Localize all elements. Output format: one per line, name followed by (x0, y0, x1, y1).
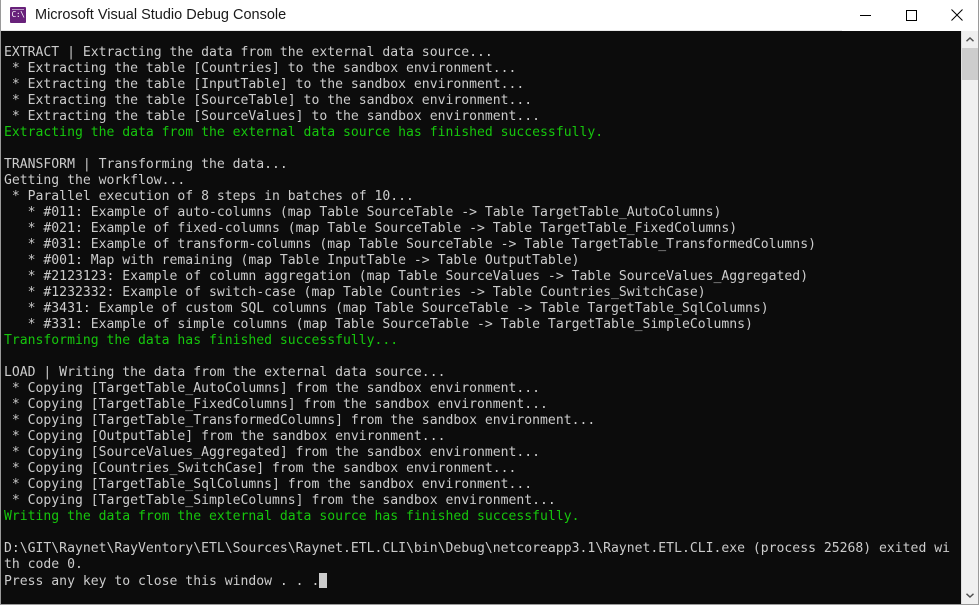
console-line-text: Writing the data from the external data … (4, 509, 579, 524)
vertical-scrollbar[interactable] (961, 31, 977, 604)
scrollbar-thumb[interactable] (962, 48, 978, 80)
console-line-text: * #011: Example of auto-columns (map Tab… (4, 205, 721, 220)
icon-titlebar-stripe (12, 9, 24, 10)
console-line: * #331: Example of simple columns (map T… (4, 317, 963, 333)
close-button[interactable] (934, 0, 979, 31)
console-line: LOAD | Writing the data from the externa… (4, 365, 963, 381)
console-line-text: * #331: Example of simple columns (map T… (4, 317, 753, 332)
scrollbar-track[interactable] (962, 48, 978, 587)
console-line-text: * Copying [SourceValues_Aggregated] from… (4, 445, 540, 460)
console-line (4, 141, 963, 157)
console-line-text: Extracting the data from the external da… (4, 125, 603, 140)
console-line-text: Transforming the data has finished succe… (4, 333, 398, 348)
console-line-text: * Copying [Countries_SwitchCase] from th… (4, 461, 516, 476)
console-line: * Extracting the table [SourceValues] to… (4, 109, 963, 125)
console-line: * Extracting the table [SourceTable] to … (4, 93, 963, 109)
console-line: * #2123123: Example of column aggregatio… (4, 269, 963, 285)
console-line: Transforming the data has finished succe… (4, 333, 963, 349)
console-line: * Extracting the table [InputTable] to t… (4, 77, 963, 93)
console-line: D:\GIT\Raynet\RayVentory\ETL\Sources\Ray… (4, 541, 963, 557)
console-line-text: * Extracting the table [Countries] to th… (4, 61, 516, 76)
console-line-text: * #3431: Example of custom SQL columns (… (4, 301, 769, 316)
console-line-text: * Extracting the table [InputTable] to t… (4, 77, 524, 92)
console-line-text: * Copying [TargetTable_SqlColumns] from … (4, 477, 532, 492)
console-line-text: * Copying [TargetTable_FixedColumns] fro… (4, 397, 548, 412)
window-title: Microsoft Visual Studio Debug Console (35, 7, 286, 23)
console-line: * Parallel execution of 8 steps in batch… (4, 189, 963, 205)
console-line: TRANSFORM | Transforming the data... (4, 157, 963, 173)
console-line: * Extracting the table [Countries] to th… (4, 61, 963, 77)
chevron-down-icon (966, 593, 974, 598)
minimize-button[interactable] (842, 0, 888, 31)
console-line: Extracting the data from the external da… (4, 125, 963, 141)
console-line: * Copying [OutputTable] from the sandbox… (4, 429, 963, 445)
console-line-text: LOAD | Writing the data from the externa… (4, 365, 445, 380)
console-line-text: Press any key to close this window . . . (4, 574, 319, 589)
console-line: Getting the workflow... (4, 173, 963, 189)
console-line (4, 349, 963, 365)
console-line-text: D:\GIT\Raynet\RayVentory\ETL\Sources\Ray… (4, 541, 950, 556)
console-line-text: * #1232332: Example of switch-case (map … (4, 285, 706, 300)
console-line: * Copying [Countries_SwitchCase] from th… (4, 461, 963, 477)
chevron-up-icon (966, 37, 974, 42)
console-line: * #001: Map with remaining (map Table In… (4, 253, 963, 269)
console-line-text: * #021: Example of fixed-columns (map Ta… (4, 221, 737, 236)
window-titlebar[interactable]: C:\ Microsoft Visual Studio Debug Consol… (1, 0, 979, 31)
console-line-text: EXTRACT | Extracting the data from the e… (4, 45, 493, 60)
console-line: * #031: Example of transform-columns (ma… (4, 237, 963, 253)
console-line-text: th code 0. (4, 557, 83, 572)
console-line-text: * #031: Example of transform-columns (ma… (4, 237, 816, 252)
close-icon (951, 9, 963, 21)
console-line-text: * Copying [TargetTable_SimpleColumns] fr… (4, 493, 556, 508)
console-line: * #3431: Example of custom SQL columns (… (4, 301, 963, 317)
console-line: Press any key to close this window . . . (4, 573, 963, 589)
console-lines: EXTRACT | Extracting the data from the e… (4, 45, 963, 589)
console-line-text: * Parallel execution of 8 steps in batch… (4, 189, 414, 204)
console-line (4, 525, 963, 541)
console-line: * Copying [TargetTable_SimpleColumns] fr… (4, 493, 963, 509)
minimize-icon (860, 10, 871, 21)
console-line: * #021: Example of fixed-columns (map Ta… (4, 221, 963, 237)
console-line-text: * #2123123: Example of column aggregatio… (4, 269, 808, 284)
console-line: Writing the data from the external data … (4, 509, 963, 525)
maximize-icon (906, 10, 917, 21)
console-line: * Copying [TargetTable_AutoColumns] from… (4, 381, 963, 397)
console-app-icon: C:\ (10, 7, 26, 23)
console-line: * Copying [TargetTable_SqlColumns] from … (4, 477, 963, 493)
console-line: * Copying [SourceValues_Aggregated] from… (4, 445, 963, 461)
icon-prompt-glyph: C:\ (12, 11, 25, 20)
console-line: * Copying [TargetTable_TransformedColumn… (4, 413, 963, 429)
text-cursor (319, 573, 327, 588)
console-line: * #011: Example of auto-columns (map Tab… (4, 205, 963, 221)
console-line-text: * Copying [OutputTable] from the sandbox… (4, 429, 445, 444)
console-window: C:\ Microsoft Visual Studio Debug Consol… (0, 0, 979, 605)
console-output-area[interactable]: EXTRACT | Extracting the data from the e… (1, 31, 963, 604)
console-line-text: * Copying [TargetTable_AutoColumns] from… (4, 381, 540, 396)
console-line: * Copying [TargetTable_FixedColumns] fro… (4, 397, 963, 413)
console-line-text: TRANSFORM | Transforming the data... (4, 157, 288, 172)
maximize-button[interactable] (888, 0, 934, 31)
window-controls (842, 0, 979, 31)
console-line: EXTRACT | Extracting the data from the e… (4, 45, 963, 61)
console-line-text: Getting the workflow... (4, 173, 185, 188)
scrollbar-down-button[interactable] (962, 587, 978, 604)
console-line: th code 0. (4, 557, 963, 573)
scrollbar-up-button[interactable] (962, 31, 978, 48)
console-line: * #1232332: Example of switch-case (map … (4, 285, 963, 301)
console-line-text: * #001: Map with remaining (map Table In… (4, 253, 579, 268)
console-line-text: * Extracting the table [SourceTable] to … (4, 93, 532, 108)
console-line-text: * Copying [TargetTable_TransformedColumn… (4, 413, 595, 428)
console-line-text: * Extracting the table [SourceValues] to… (4, 109, 540, 124)
